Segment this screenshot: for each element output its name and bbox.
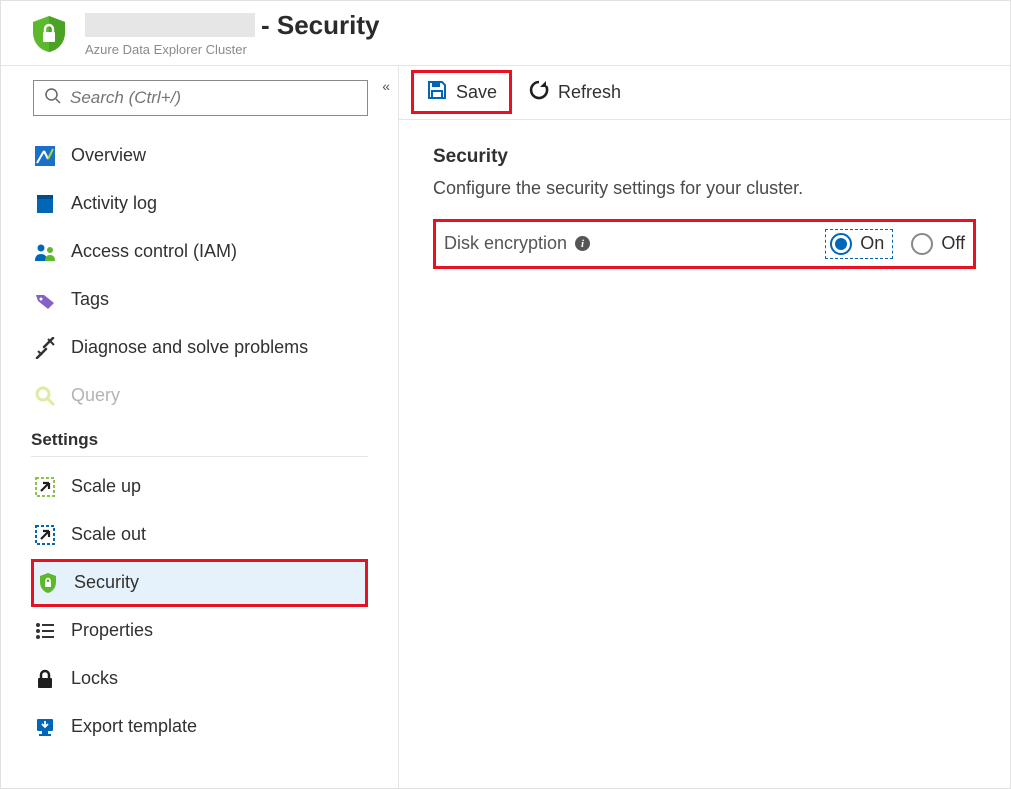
page-title: - Security	[85, 11, 380, 40]
query-icon	[33, 384, 57, 408]
save-button-label: Save	[456, 82, 497, 103]
sidebar-item-label: Locks	[71, 668, 118, 689]
properties-icon	[33, 619, 57, 643]
tags-icon	[33, 288, 57, 312]
disk-encryption-row: Disk encryption i On Off	[433, 219, 976, 269]
sidebar-group-settings: Settings	[31, 420, 368, 457]
sidebar: «	[1, 66, 399, 788]
sidebar-item-query[interactable]: Query	[31, 372, 368, 420]
save-button[interactable]: Save	[411, 70, 512, 114]
disk-encryption-on[interactable]: On	[825, 229, 893, 259]
app-root: - Security Azure Data Explorer Cluster «	[0, 0, 1011, 789]
sidebar-search[interactable]	[33, 80, 368, 116]
cluster-shield-icon	[29, 14, 69, 54]
sidebar-item-locks[interactable]: Locks	[31, 655, 368, 703]
sidebar-item-label: Properties	[71, 620, 153, 641]
main-pane: Save Refresh Security Configure the secu…	[399, 66, 1010, 788]
sidebar-item-activity-log[interactable]: Activity log	[31, 180, 368, 228]
sidebar-item-diagnose[interactable]: Diagnose and solve problems	[31, 324, 368, 372]
info-icon[interactable]: i	[575, 236, 590, 251]
disk-encryption-off[interactable]: Off	[911, 233, 965, 255]
radio-label: Off	[941, 233, 965, 254]
sidebar-item-label: Diagnose and solve problems	[71, 337, 308, 358]
save-icon	[426, 79, 448, 106]
radio-icon	[830, 233, 852, 255]
refresh-button-label: Refresh	[558, 82, 621, 103]
sidebar-item-label: Scale up	[71, 476, 141, 497]
refresh-icon	[528, 79, 550, 106]
radio-icon	[911, 233, 933, 255]
scale-out-icon	[33, 523, 57, 547]
diagnose-icon	[33, 336, 57, 360]
page-title-suffix: - Security	[261, 11, 380, 40]
sidebar-item-label: Scale out	[71, 524, 146, 545]
scale-up-icon	[33, 475, 57, 499]
search-input[interactable]	[62, 87, 357, 109]
sidebar-item-label: Activity log	[71, 193, 157, 214]
activity-log-icon	[33, 192, 57, 216]
disk-encryption-radio-group: On Off	[825, 229, 965, 259]
sidebar-item-label: Tags	[71, 289, 109, 310]
sidebar-item-access-control[interactable]: Access control (IAM)	[31, 228, 368, 276]
refresh-button[interactable]: Refresh	[516, 71, 633, 113]
sidebar-item-label: Overview	[71, 145, 146, 166]
collapse-sidebar-icon[interactable]: «	[382, 78, 384, 94]
radio-label: On	[860, 233, 884, 254]
resource-type-label: Azure Data Explorer Cluster	[85, 42, 380, 57]
export-template-icon	[33, 715, 57, 739]
access-control-icon	[33, 240, 57, 264]
sidebar-item-label: Access control (IAM)	[71, 241, 237, 262]
sidebar-item-security[interactable]: Security	[31, 559, 368, 607]
sidebar-item-properties[interactable]: Properties	[31, 607, 368, 655]
sidebar-item-scale-up[interactable]: Scale up	[31, 463, 368, 511]
sidebar-item-label: Security	[74, 572, 139, 593]
section-heading: Security	[433, 146, 976, 168]
sidebar-item-label: Query	[71, 385, 120, 406]
page-header: - Security Azure Data Explorer Cluster	[1, 1, 1010, 66]
cluster-name-redacted	[85, 13, 255, 37]
sidebar-item-scale-out[interactable]: Scale out	[31, 511, 368, 559]
sidebar-item-label: Export template	[71, 716, 197, 737]
lock-icon	[33, 667, 57, 691]
sidebar-item-overview[interactable]: Overview	[31, 132, 368, 180]
disk-encryption-label: Disk encryption i	[444, 233, 825, 254]
sidebar-item-tags[interactable]: Tags	[31, 276, 368, 324]
content-area: Security Configure the security settings…	[399, 120, 1010, 295]
search-icon	[44, 87, 62, 108]
sidebar-item-export-template[interactable]: Export template	[31, 703, 368, 751]
section-description: Configure the security settings for your…	[433, 178, 976, 199]
shield-icon	[36, 571, 60, 595]
overview-icon	[33, 144, 57, 168]
toolbar: Save Refresh	[399, 66, 1010, 120]
